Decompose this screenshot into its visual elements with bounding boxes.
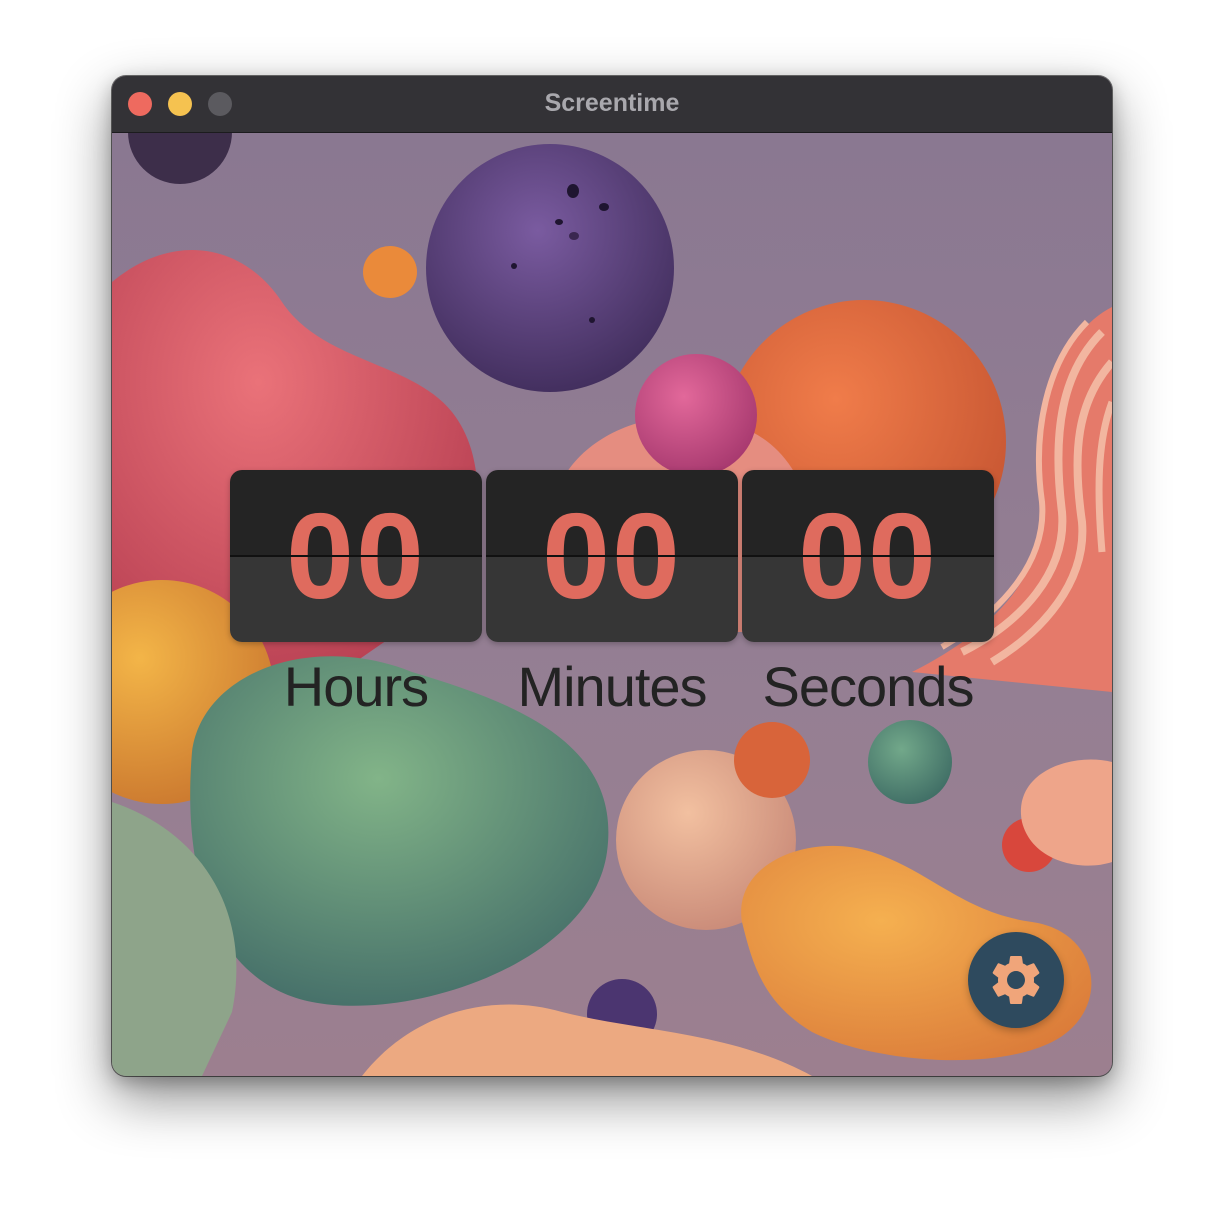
title-bar[interactable]: Screentime <box>112 76 1112 133</box>
minutes-flip-card: 00 <box>486 470 738 642</box>
flip-card-divider <box>230 555 482 557</box>
seconds-label: Seconds <box>762 655 975 718</box>
seconds-flip-card: 00 <box>742 470 994 642</box>
flip-card-divider <box>742 555 994 557</box>
hours-flip-card: 00 <box>230 470 482 642</box>
minutes-label: Minutes <box>517 655 707 718</box>
app-window: Screentime 00 00 00 Hours Minutes Second… <box>112 76 1112 1076</box>
settings-button[interactable] <box>968 932 1064 1028</box>
hours-label: Hours <box>283 655 429 718</box>
flip-card-divider <box>486 555 738 557</box>
window-title: Screentime <box>544 89 680 117</box>
timer-content: 00 00 00 Hours Minutes Seconds <box>112 132 1112 1076</box>
gear-icon <box>992 956 1040 1004</box>
